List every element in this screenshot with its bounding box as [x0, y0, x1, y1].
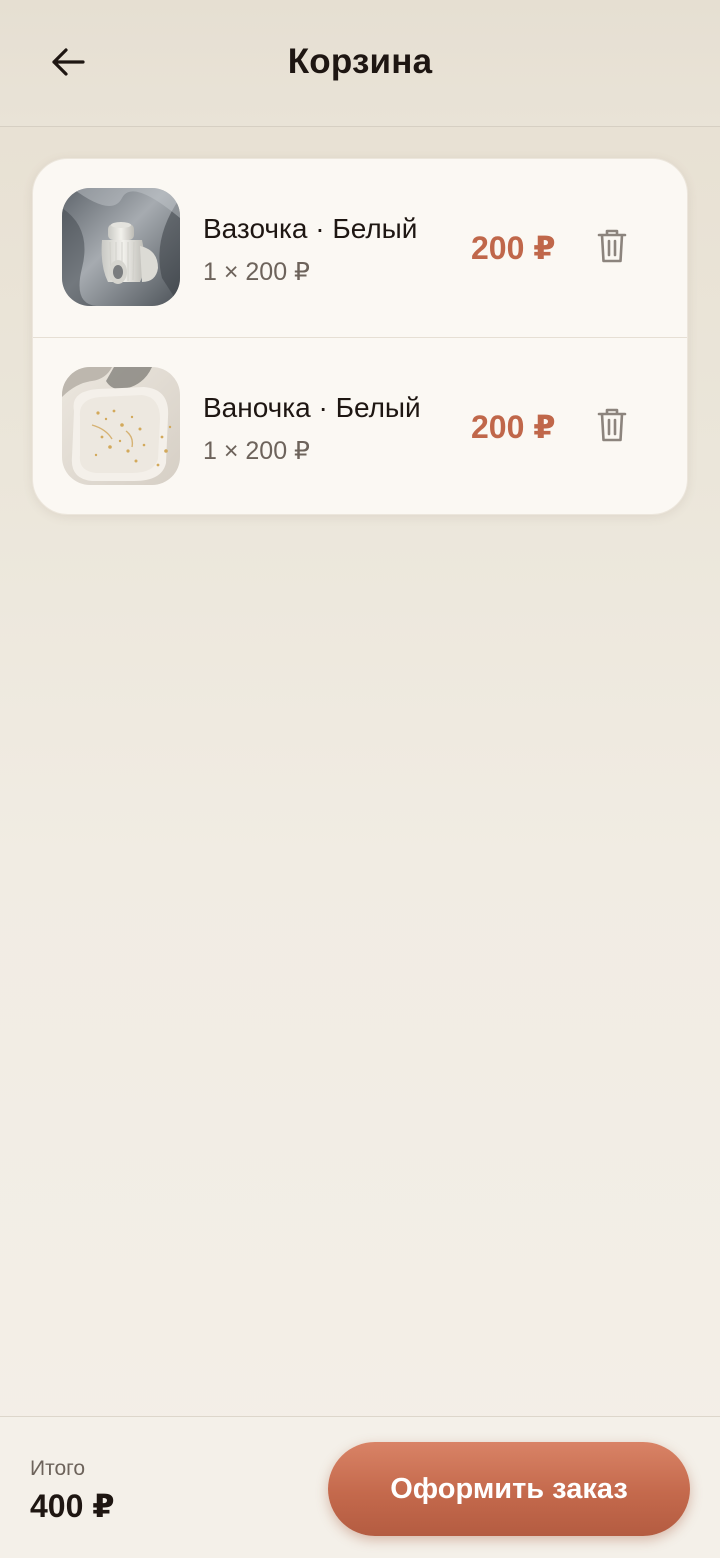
- total-label: Итого: [30, 1457, 86, 1480]
- cart-item-price: 200 ₽: [471, 230, 556, 266]
- cart-item[interactable]: Ваночка · Белый 1 × 200 ₽ 200 ₽: [33, 338, 687, 514]
- checkout-bar: Итого 400 ₽ Оформить заказ: [0, 1416, 720, 1558]
- product-image-vase[interactable]: [62, 188, 180, 306]
- cart-item-quantity: 1 × 200 ₽: [203, 437, 310, 465]
- cart-items-list: Вазочка · Белый 1 × 200 ₽ 200 ₽ Ваночка …: [32, 158, 688, 515]
- product-image-tray[interactable]: [62, 367, 180, 485]
- cart-item-name: Ваночка · Белый: [203, 392, 421, 423]
- delete-item-button[interactable]: [591, 404, 633, 450]
- cart-item-price: 200 ₽: [471, 409, 556, 445]
- trash-icon: [597, 228, 627, 269]
- trash-icon: [597, 407, 627, 448]
- top-app-bar: Корзина: [0, 0, 720, 127]
- cart-item-name: Вазочка · Белый: [203, 213, 418, 244]
- checkout-button[interactable]: Оформить заказ: [328, 1442, 690, 1536]
- delete-item-button[interactable]: [591, 225, 633, 271]
- total-amount: 400 ₽: [30, 1488, 115, 1524]
- cart-item[interactable]: Вазочка · Белый 1 × 200 ₽ 200 ₽: [33, 159, 687, 337]
- page-title: Корзина: [287, 42, 433, 81]
- cart-item-quantity: 1 × 200 ₽: [203, 258, 310, 286]
